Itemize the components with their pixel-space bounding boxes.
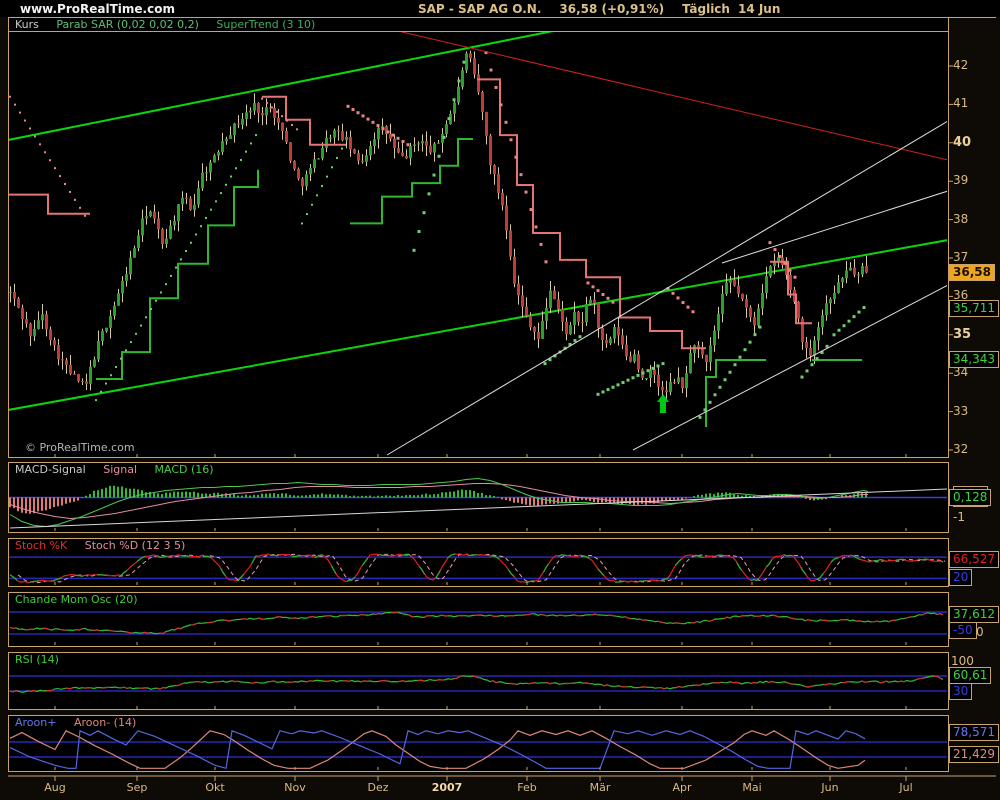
supertrend-label[interactable]: SuperTrend (3 10): [216, 18, 315, 31]
header-bar: www.ProRealTime.com SAP - SAP AG O.N. 36,…: [0, 0, 1000, 17]
parab-sar-value-box: 35,711: [949, 300, 999, 317]
price-tick-32: 32: [953, 442, 968, 456]
price-tick-39: 39: [953, 173, 968, 187]
macd-value-box: 0,128: [949, 489, 991, 506]
stoch-value-box: 66,527: [949, 551, 999, 568]
month-label-2007: 2007: [432, 781, 463, 794]
month-label-Okt: Okt: [205, 781, 224, 794]
signal-label[interactable]: Signal: [103, 463, 137, 476]
month-label-Sep: Sep: [127, 781, 148, 794]
month-label-Feb: Feb: [517, 781, 536, 794]
month-label-Apr: Apr: [672, 781, 691, 794]
macd-axis-label: -1: [953, 510, 965, 524]
month-label-Aug: Aug: [44, 781, 65, 794]
price-panel-labels: Kurs Parab SAR (0,02 0,02 0,2) SuperTren…: [9, 18, 948, 32]
price-tick-37: 37: [953, 250, 968, 264]
month-label-Mai: Mai: [742, 781, 761, 794]
price-tick-38: 38: [953, 212, 968, 226]
rsi-plot-area[interactable]: [9, 664, 947, 709]
price-tick-41: 41: [953, 96, 968, 110]
period-label[interactable]: Täglich: [682, 2, 730, 16]
kurs-label[interactable]: Kurs: [15, 18, 39, 31]
stoch-level-20-box: 20: [949, 569, 972, 586]
instrument-title: SAP - SAP AG O.N. 36,58 (+0,91%) Täglich 14…: [418, 2, 798, 16]
month-label-Jul: Jul: [899, 781, 912, 794]
last-price-box: 36,58: [949, 264, 995, 281]
rsi-value-box: 60,61: [949, 667, 991, 684]
month-label-Nov: Nov: [284, 781, 305, 794]
parab-sar-label[interactable]: Parab SAR (0,02 0,02 0,2): [56, 18, 199, 31]
month-label-Jun: Jun: [821, 781, 838, 794]
rsi-level-30-box: 30: [949, 683, 972, 700]
date-label: 14 Jun: [738, 2, 780, 16]
chande-value-box: 37,612: [949, 606, 999, 623]
macd-panel-labels: MACD-Signal Signal MACD (16): [9, 463, 948, 476]
price-tick-40: 40: [953, 135, 971, 150]
chande-panel-labels: Chande Mom Osc (20): [9, 593, 948, 606]
price-plot-area[interactable]: [9, 32, 947, 456]
macd-signal-label[interactable]: MACD-Signal: [15, 463, 86, 476]
price-tick-42: 42: [953, 58, 968, 72]
macd-label[interactable]: MACD (16): [155, 463, 214, 476]
aroon-plot-area[interactable]: [9, 727, 947, 770]
price-tick-33: 33: [953, 404, 968, 418]
aroon-down-value-box: 21,429: [949, 746, 999, 763]
price-tick-35: 35: [953, 327, 971, 342]
month-label-Mär: Mär: [590, 781, 611, 794]
stoch-plot-area[interactable]: [9, 550, 947, 586]
aroon-up-value-box: 78,571: [949, 724, 999, 741]
macd-plot-area[interactable]: [9, 477, 947, 531]
rsi-100-label: 100: [951, 654, 974, 668]
chande-level-box: -50: [949, 622, 977, 639]
last-quote: 36,58 (+0,91%): [559, 2, 664, 16]
chande-zero-label: 0: [976, 625, 984, 639]
chande-plot-area[interactable]: [9, 606, 947, 645]
prorealtime-window: www.ProRealTime.com SAP - SAP AG O.N. 36,…: [0, 0, 1000, 800]
month-label-Dez: Dez: [367, 781, 388, 794]
chande-label[interactable]: Chande Mom Osc (20): [15, 593, 138, 606]
symbol-label: SAP - SAP AG O.N.: [418, 2, 541, 16]
site-link[interactable]: www.ProRealTime.com: [20, 2, 175, 16]
supertrend-value-box: 34,343: [949, 351, 999, 368]
